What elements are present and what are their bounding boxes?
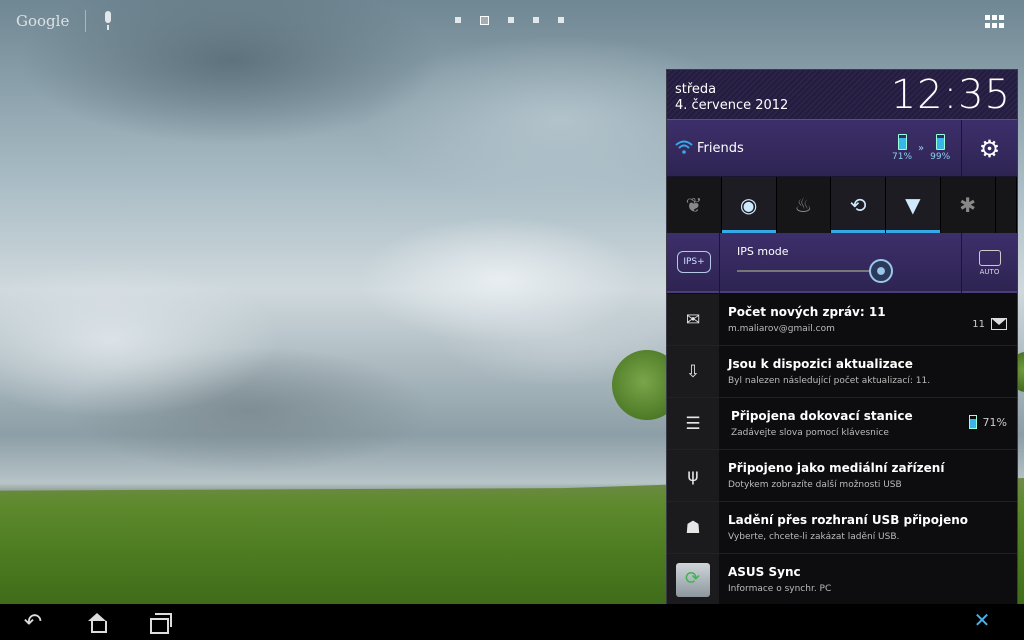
auto-brightness-button[interactable]: AUTO: [961, 233, 1017, 293]
notification-subtitle: Byl nalezen následující počet aktualizac…: [728, 376, 931, 386]
recent-apps-button[interactable]: [146, 610, 176, 634]
notification-subtitle: Vyberte, chcete-li zakázat ladění USB.: [728, 532, 900, 542]
wifi-status-row[interactable]: Friends 71% » 99% ⚙: [667, 120, 1017, 177]
ips-mode-label: IPS mode: [737, 245, 789, 258]
tablet-battery-percent: 71%: [892, 152, 913, 162]
list-item[interactable]: ASUS Sync Informace o synchr. PC: [667, 554, 1017, 606]
home-page-indicator: [455, 16, 564, 25]
tablet-battery: 71%: [892, 134, 912, 162]
page-dot-4[interactable]: [533, 17, 539, 23]
gear-icon: ⚙: [978, 134, 1001, 163]
usb-icon: ψ: [667, 450, 719, 501]
notification-title: Připojena dokovací stanice: [731, 409, 913, 423]
auto-brightness-icon: [978, 250, 1001, 266]
wifi-network-label: Friends: [697, 141, 744, 156]
toggle-wifi[interactable]: ▼: [886, 177, 941, 233]
quick-toggles: ❦ ◉ ♨ ⟲ ▼ ✱: [667, 177, 1018, 233]
clock: 12:35: [890, 72, 1011, 118]
list-item[interactable]: ψ Připojeno jako mediální zařízení Dotyk…: [667, 450, 1017, 502]
notification-panel: středa 4. července 2012 12:35 Friends 71…: [666, 69, 1018, 606]
page-dot-2[interactable]: [480, 16, 489, 25]
ips-mode-row: IPS+ IPS mode AUTO: [667, 233, 1017, 293]
ips-plus-icon[interactable]: IPS+: [677, 251, 711, 273]
page-dot-3[interactable]: [508, 17, 514, 23]
date-text: 4. července 2012: [675, 98, 789, 113]
dock-battery: 99%: [930, 134, 950, 162]
bluetooth-icon: ✱: [959, 193, 976, 217]
home-button[interactable]: [82, 610, 112, 634]
toggle-bluetooth[interactable]: ✱: [940, 177, 996, 233]
notification-title: Ladění přes rozhraní USB připojeno: [728, 513, 969, 527]
list-item[interactable]: ⇩ Jsou k dispozici aktualizace Byl nalez…: [667, 346, 1017, 398]
notification-subtitle: Zadávejte slova pomocí klávesnice: [731, 428, 889, 438]
list-item[interactable]: ☰ Připojena dokovací stanice Zadávejte s…: [667, 398, 1017, 450]
panel-header: středa 4. července 2012 12:35: [667, 70, 1017, 120]
battery-separator: »: [918, 143, 925, 154]
notification-title: Připojeno jako mediální zařízení: [728, 461, 945, 475]
microphone-icon[interactable]: [102, 11, 114, 31]
all-apps-icon[interactable]: [985, 15, 1005, 29]
balanced-mode-icon: ◉: [739, 193, 758, 217]
eco-icon: ❦: [685, 193, 703, 217]
wifi-icon: [675, 140, 693, 154]
ips-slider-thumb[interactable]: [869, 259, 893, 283]
close-notifications-button[interactable]: ✕: [970, 608, 994, 632]
list-item[interactable]: ☗ Ladění přes rozhraní USB připojeno Vyb…: [667, 502, 1017, 554]
dock-icon: ☰: [667, 398, 719, 449]
ips-slider-track[interactable]: [737, 270, 887, 272]
dock-battery-small-icon: [968, 415, 977, 429]
dock-battery-status: 71%: [968, 415, 1007, 429]
page-dot-1[interactable]: [455, 17, 461, 23]
battery-status: 71% » 99%: [892, 134, 950, 162]
notification-list: ✉ Počet nových zpráv: 11 m.maliarov@gmai…: [667, 294, 1017, 606]
toggle-performance[interactable]: ♨: [776, 177, 832, 233]
asus-sync-icon-box: [667, 554, 719, 605]
auto-label: AUTO: [979, 268, 1000, 276]
update-bag-icon: ⇩: [667, 346, 719, 397]
settings-button[interactable]: ⚙: [961, 120, 1017, 177]
close-icon: ✕: [973, 608, 991, 632]
dock-battery-icon: [935, 134, 945, 150]
performance-flame-icon: ♨: [794, 193, 813, 217]
ips-divider: [719, 233, 720, 293]
back-icon: ↶: [23, 609, 43, 635]
toggle-eco[interactable]: ❦: [667, 177, 722, 233]
notification-title: Jsou k dispozici aktualizace: [728, 357, 913, 371]
asus-sync-icon: [676, 562, 710, 597]
navigation-bar: ↶: [0, 604, 1024, 640]
notification-subtitle: Informace o synchr. PC: [728, 584, 832, 594]
notification-count: 11: [972, 318, 1007, 330]
toggle-auto-rotate[interactable]: ⟲: [831, 177, 886, 233]
day-name: středa: [675, 82, 717, 97]
home-icon: [87, 613, 107, 633]
google-logo[interactable]: Google: [16, 12, 69, 30]
google-search-bar[interactable]: Google: [16, 10, 114, 32]
notification-subtitle: m.maliarov@gmail.com: [728, 324, 835, 334]
mail-count: 11: [972, 318, 985, 330]
notification-title: Počet nových zpráv: 11: [728, 305, 886, 319]
wifi-toggle-icon: ▼: [905, 193, 921, 217]
android-debug-icon: ☗: [667, 502, 719, 553]
dock-battery-value: 71%: [982, 415, 1007, 429]
tablet-battery-icon: [897, 134, 907, 150]
mail-icon: [991, 318, 1007, 330]
recent-apps-icon: [150, 613, 172, 634]
dock-battery-percent: 99%: [930, 152, 951, 162]
notification-title: ASUS Sync: [728, 565, 801, 579]
list-item[interactable]: ✉ Počet nových zpráv: 11 m.maliarov@gmai…: [667, 294, 1017, 346]
search-divider: [85, 10, 87, 32]
back-button[interactable]: ↶: [18, 609, 48, 635]
toggle-balanced[interactable]: ◉: [721, 177, 777, 233]
toggle-more[interactable]: [995, 177, 1018, 233]
gmail-icon: ✉: [667, 294, 719, 345]
page-dot-5[interactable]: [558, 17, 564, 23]
auto-rotate-icon: ⟲: [849, 193, 867, 217]
notification-subtitle: Dotykem zobrazíte další možnosti USB: [728, 480, 902, 490]
